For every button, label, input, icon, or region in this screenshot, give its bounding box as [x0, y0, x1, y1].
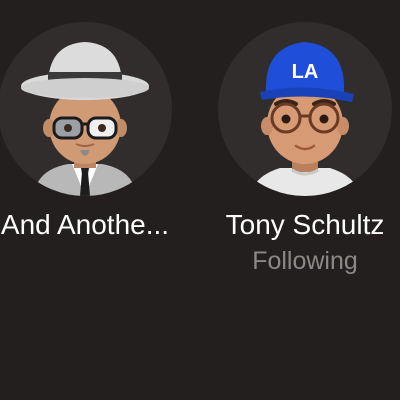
follow-status: Following [252, 247, 358, 275]
avatar[interactable] [0, 22, 172, 196]
contact-name: Tony Schultz [225, 209, 385, 240]
memoji-hat-glasses-suit-avatar-icon [21, 42, 149, 196]
contact-card[interactable]: LA Tony Schultz Following [210, 0, 400, 300]
avatar[interactable]: LA [218, 22, 392, 196]
contact-card[interactable]: And Anothe... [0, 0, 180, 300]
memoji-cap-glasses-avatar-icon: LA [250, 42, 360, 196]
suggested-contacts-screen: And Anothe... LA Tony Schultz Following [0, 0, 400, 400]
cap-logo-text: LA [292, 61, 319, 83]
contact-name: And Anothe... [0, 209, 170, 240]
